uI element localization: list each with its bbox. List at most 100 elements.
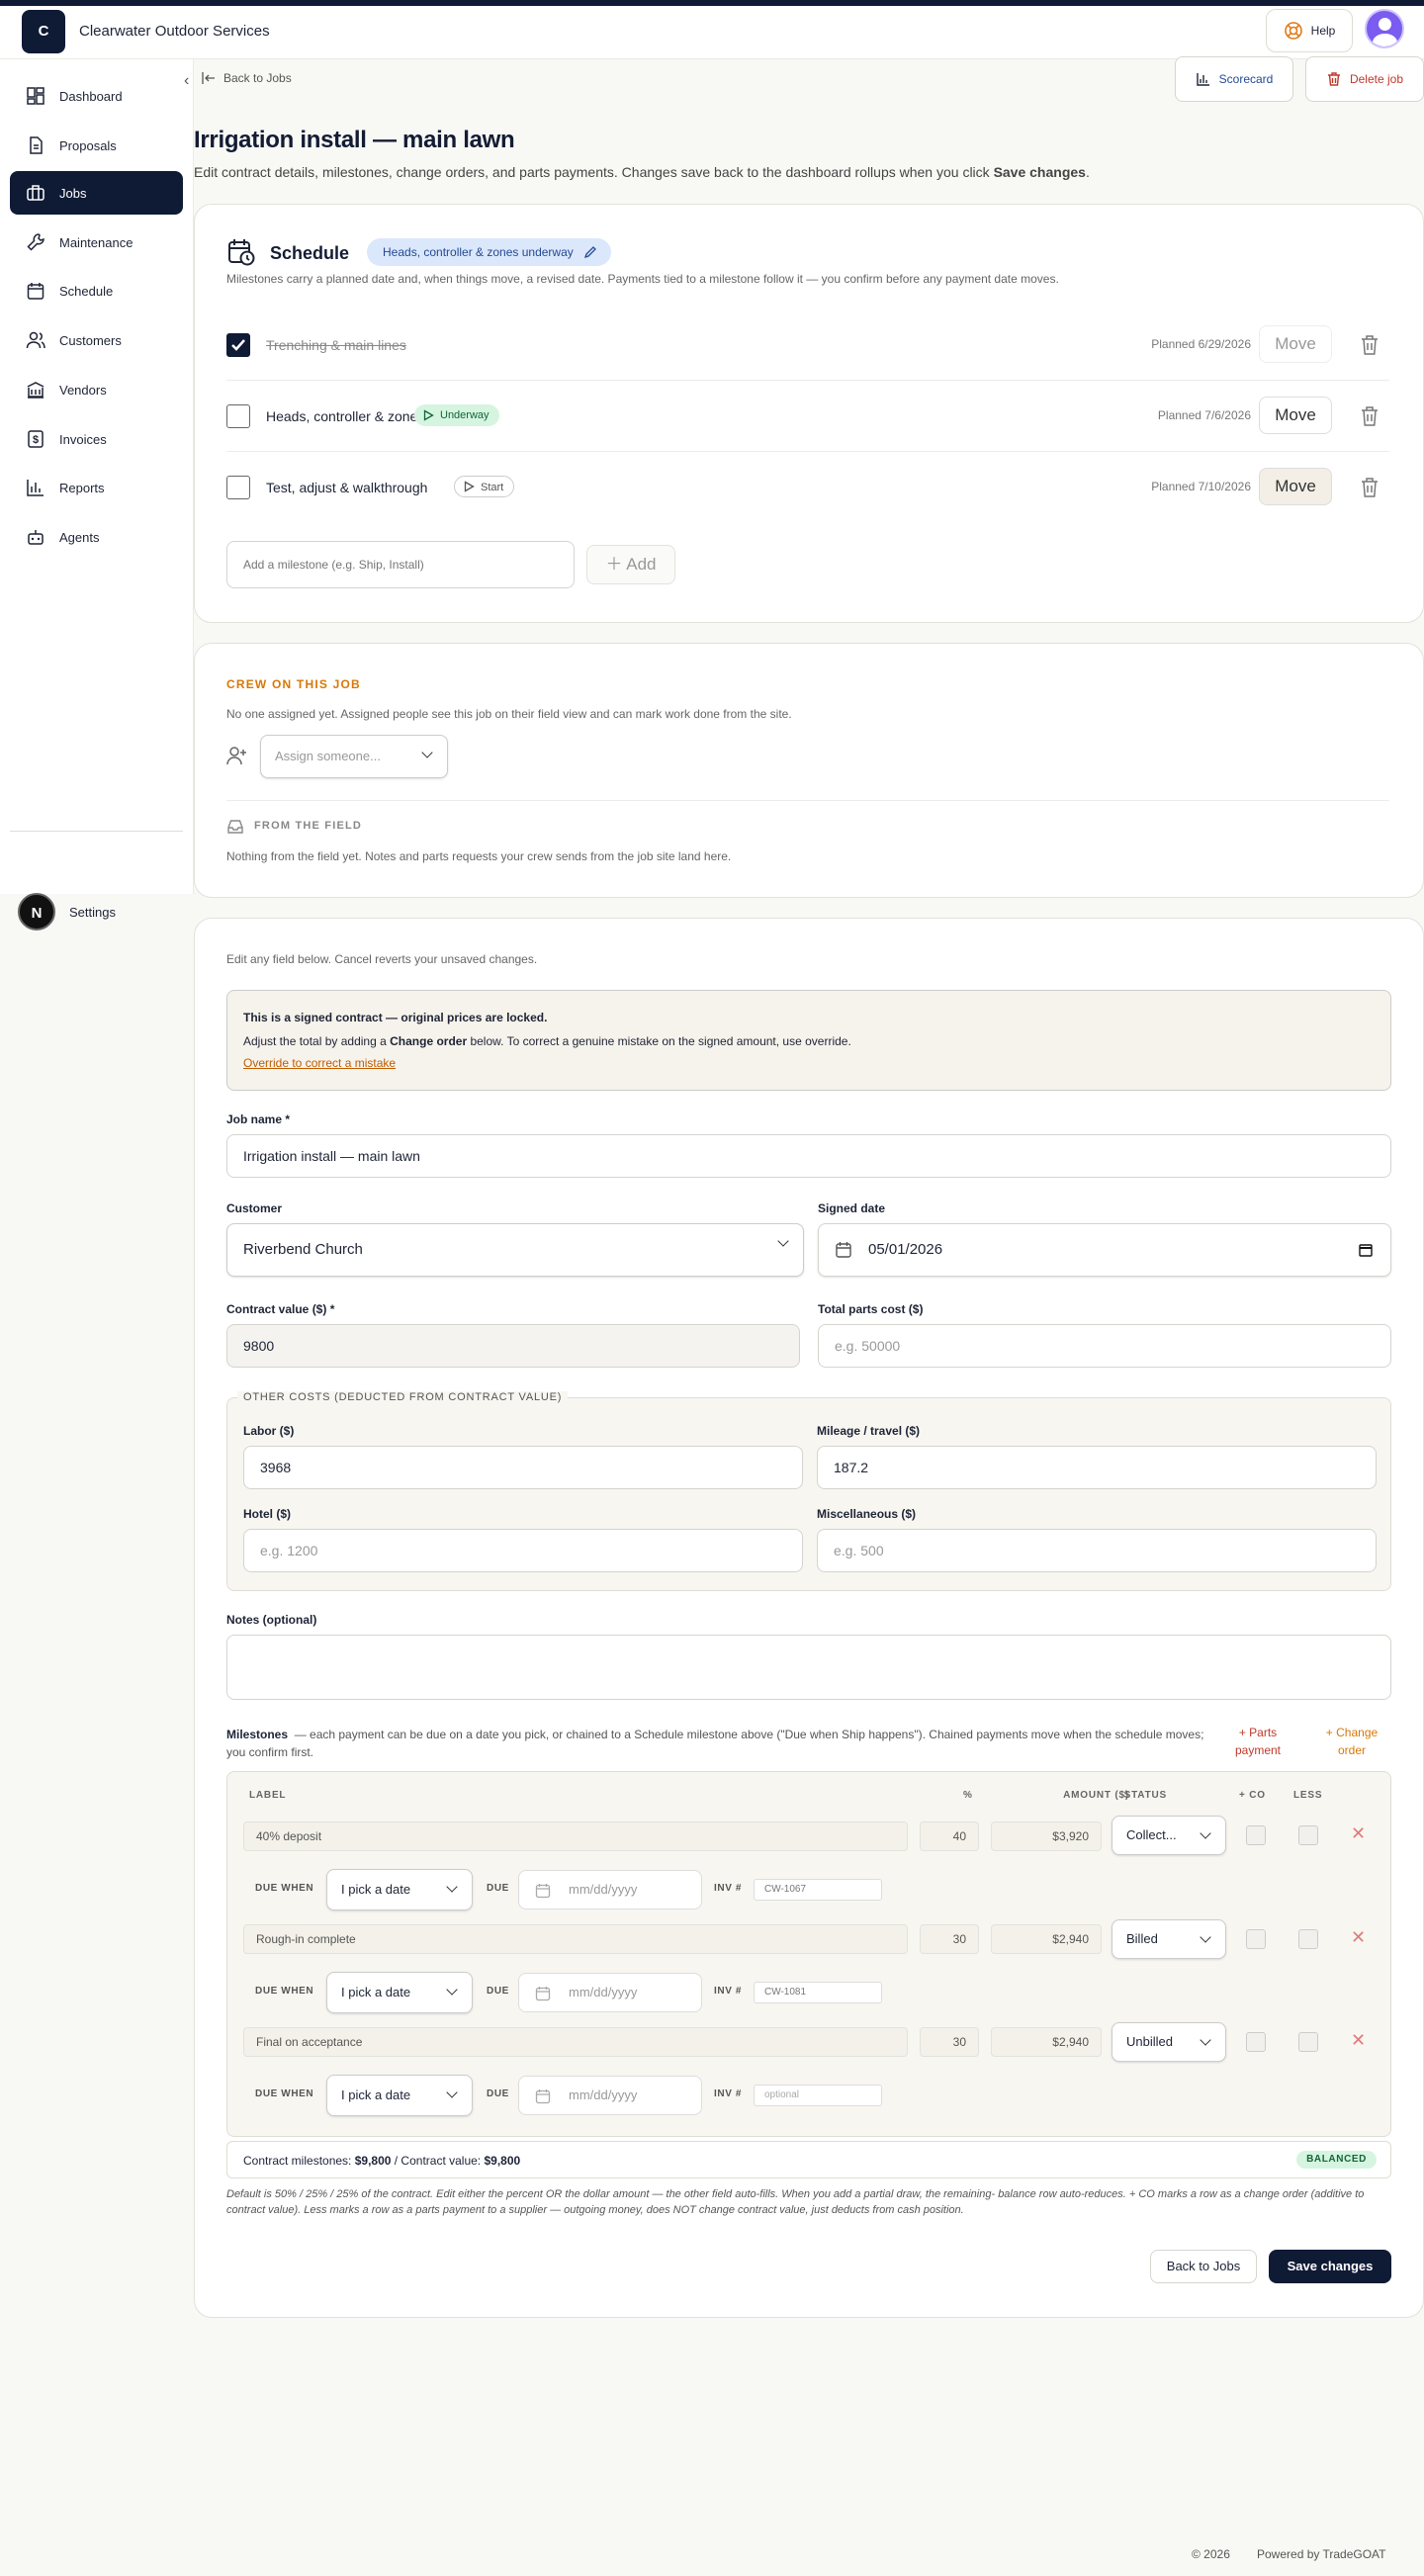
invoice-number-input[interactable]: optional bbox=[754, 2085, 882, 2106]
notice-title: This is a signed contract — original pri… bbox=[243, 1011, 548, 1024]
schedule-title: Schedule bbox=[270, 243, 350, 263]
due-date-input[interactable]: mm/dd/yyyy bbox=[518, 1870, 702, 1910]
payment-status-select[interactable]: Billed bbox=[1112, 1919, 1226, 1959]
remove-row-icon[interactable]: ✕ bbox=[1351, 1927, 1366, 1948]
sidebar-item-maintenance[interactable]: Maintenance bbox=[10, 221, 183, 264]
change-order-checkbox[interactable] bbox=[1246, 2032, 1266, 2052]
sidebar-item-vendors[interactable]: Vendors bbox=[10, 368, 183, 411]
add-milestone-input[interactable] bbox=[226, 541, 575, 588]
back-to-jobs-link[interactable]: Back to Jobs bbox=[202, 71, 292, 85]
override-link[interactable]: Override to correct a mistake bbox=[243, 1056, 396, 1070]
due-when-select[interactable]: I pick a date bbox=[326, 2075, 473, 2116]
add-change-order-button[interactable]: + Change order bbox=[1312, 1724, 1391, 1759]
payment-milestones-intro: Milestones — each payment can be due on … bbox=[226, 1726, 1215, 1761]
payment-pct-input[interactable]: 30 bbox=[920, 1924, 979, 1954]
labor-input[interactable]: 3968 bbox=[243, 1446, 803, 1489]
briefcase-icon bbox=[27, 185, 44, 201]
trash-icon[interactable] bbox=[1360, 477, 1380, 498]
invoice-number-input[interactable]: CW-1081 bbox=[754, 1982, 882, 2003]
payment-label-input[interactable]: 40% deposit bbox=[243, 1821, 908, 1851]
user-initial-badge[interactable]: N bbox=[18, 893, 55, 931]
sidebar-item-dashboard[interactable]: Dashboard bbox=[10, 74, 183, 118]
app-logo[interactable]: C bbox=[22, 10, 65, 53]
due-when-select[interactable]: I pick a date bbox=[326, 1869, 473, 1910]
parts-cost-label: Total parts cost ($) bbox=[818, 1302, 924, 1316]
due-date-input[interactable]: mm/dd/yyyy bbox=[518, 1973, 702, 2012]
due-when-label: DUE WHEN bbox=[255, 2088, 314, 2099]
user-avatar[interactable] bbox=[1365, 9, 1404, 48]
change-order-checkbox[interactable] bbox=[1246, 1929, 1266, 1949]
milestone-checkbox[interactable] bbox=[226, 404, 250, 428]
sidebar-item-jobs[interactable]: Jobs bbox=[10, 171, 183, 215]
help-button[interactable]: Help bbox=[1266, 9, 1353, 52]
parts-cost-input[interactable]: e.g. 50000 bbox=[818, 1324, 1391, 1368]
collapse-sidebar-icon[interactable]: ‹ bbox=[184, 72, 202, 90]
start-button[interactable]: Start bbox=[454, 476, 515, 497]
due-when-select[interactable]: I pick a date bbox=[326, 1972, 473, 2013]
payment-pct-input[interactable]: 40 bbox=[920, 1821, 979, 1851]
less-checkbox[interactable] bbox=[1298, 1825, 1318, 1845]
payments-title: Milestones bbox=[226, 1728, 289, 1741]
change-order-checkbox[interactable] bbox=[1246, 1825, 1266, 1845]
sidebar-item-schedule[interactable]: Schedule bbox=[10, 269, 183, 312]
customer-select[interactable]: Riverbend Church bbox=[226, 1223, 804, 1277]
contract-value-input[interactable]: 9800 bbox=[226, 1324, 800, 1368]
notes-textarea[interactable] bbox=[226, 1635, 1391, 1700]
pencil-icon bbox=[583, 246, 596, 259]
milestone-checkbox[interactable] bbox=[226, 476, 250, 499]
sidebar-item-agents[interactable]: Agents bbox=[10, 515, 183, 559]
move-milestone-button[interactable]: Move bbox=[1259, 468, 1332, 505]
due-date-placeholder: mm/dd/yyyy bbox=[569, 1882, 638, 1897]
mileage-input[interactable]: 187.2 bbox=[817, 1446, 1377, 1489]
remove-row-icon[interactable]: ✕ bbox=[1351, 2030, 1366, 2051]
assign-crew-select[interactable]: Assign someone... bbox=[260, 735, 448, 778]
hotel-input[interactable]: e.g. 1200 bbox=[243, 1529, 803, 1572]
sidebar-item-proposals[interactable]: Proposals bbox=[10, 124, 183, 167]
form-intro: Edit any field below. Cancel reverts you… bbox=[226, 952, 538, 966]
payment-amount-input[interactable]: $3,920 bbox=[991, 1821, 1102, 1851]
add-parts-payment-button[interactable]: + Parts payment bbox=[1223, 1724, 1292, 1759]
payment-status-select[interactable]: Unbilled bbox=[1112, 2022, 1226, 2062]
customer-label: Customer bbox=[226, 1201, 283, 1215]
move-milestone-button[interactable]: Move bbox=[1259, 325, 1332, 363]
subtitle-suffix: . bbox=[1085, 164, 1090, 180]
payment-status-select[interactable]: Collect... bbox=[1112, 1816, 1226, 1855]
less-checkbox[interactable] bbox=[1298, 1929, 1318, 1949]
milestone-label: Heads, controller & zones bbox=[266, 408, 425, 424]
payment-milestones-table: LABEL % AMOUNT ($) STATUS + CO LESS 40% … bbox=[226, 1771, 1391, 2137]
calendar-icon bbox=[27, 283, 44, 300]
sidebar-item-reports[interactable]: Reports bbox=[10, 466, 183, 509]
back-to-jobs-button[interactable]: Back to Jobs bbox=[1150, 2250, 1257, 2283]
sidebar-item-invoices[interactable]: $ Invoices bbox=[10, 417, 183, 461]
misc-input[interactable]: e.g. 500 bbox=[817, 1529, 1377, 1572]
add-milestone-button[interactable]: ＋ Add bbox=[586, 545, 675, 584]
remove-row-icon[interactable]: ✕ bbox=[1351, 1823, 1366, 1844]
sidebar-item-customers[interactable]: Customers bbox=[10, 318, 183, 362]
signed-date-input[interactable]: 05/01/2026 bbox=[818, 1223, 1391, 1277]
trash-icon[interactable] bbox=[1360, 334, 1380, 356]
start-label: Start bbox=[481, 482, 504, 493]
calendar-picker-icon[interactable] bbox=[1359, 1243, 1373, 1257]
payment-pct-input[interactable]: 30 bbox=[920, 2027, 979, 2057]
sidebar-item-settings[interactable]: N Settings bbox=[18, 893, 116, 931]
invoice-number-input[interactable]: CW-1067 bbox=[754, 1879, 882, 1901]
job-name-input[interactable]: Irrigation install — main lawn bbox=[226, 1134, 1391, 1178]
save-changes-button[interactable]: Save changes bbox=[1269, 2250, 1391, 2283]
crew-divider bbox=[226, 800, 1389, 801]
less-checkbox[interactable] bbox=[1298, 2032, 1318, 2052]
schedule-status-pill[interactable]: Heads, controller & zones underway bbox=[367, 238, 611, 266]
payment-label-input[interactable]: Final on acceptance bbox=[243, 2027, 908, 2057]
inv-label: INV # bbox=[714, 1986, 743, 1997]
move-milestone-button[interactable]: Move bbox=[1259, 397, 1332, 434]
crew-description: No one assigned yet. Assigned people see… bbox=[226, 707, 792, 721]
milestone-checkbox[interactable] bbox=[226, 333, 250, 357]
delete-job-button[interactable]: Delete job bbox=[1305, 56, 1424, 102]
lifebuoy-icon bbox=[1284, 22, 1302, 40]
due-date-input[interactable]: mm/dd/yyyy bbox=[518, 2076, 702, 2115]
trash-icon[interactable] bbox=[1360, 405, 1380, 427]
payment-amount-input[interactable]: $2,940 bbox=[991, 1924, 1102, 1954]
payment-amount-input[interactable]: $2,940 bbox=[991, 2027, 1102, 2057]
footer-powered-by[interactable]: Powered by TradeGOAT bbox=[1257, 2547, 1386, 2561]
scorecard-button[interactable]: Scorecard bbox=[1175, 56, 1293, 102]
payment-label-input[interactable]: Rough-in complete bbox=[243, 1924, 908, 1954]
